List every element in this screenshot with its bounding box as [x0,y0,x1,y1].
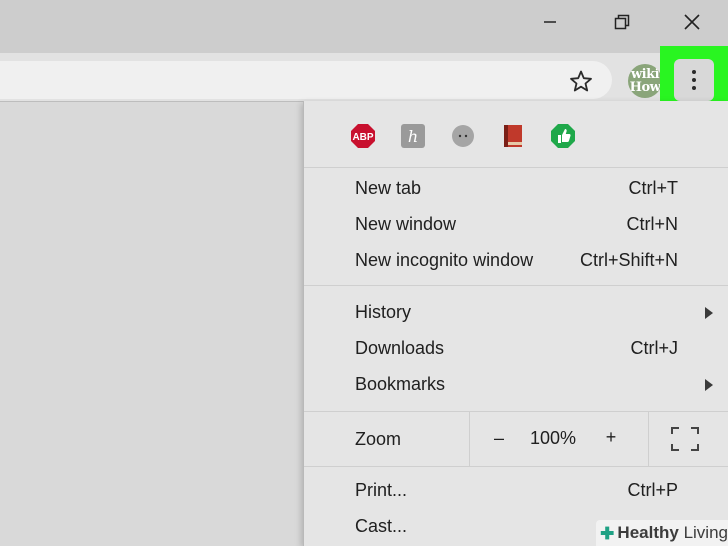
wikihow-profile-badge[interactable]: wiki How [628,64,662,98]
three-dot-menu-icon [692,70,696,90]
menu-item-label: Print... [355,480,408,500]
watermark-brand-bold: Healthy [617,523,679,542]
submenu-arrow-icon [705,379,713,391]
menu-item-label: History [355,302,412,322]
abp-label: ABP [352,132,373,143]
watermark-brand-light: Living [683,523,728,542]
thumbs-up-extension-icon[interactable] [550,123,576,149]
menu-item-shortcut: Ctrl+P [627,480,678,500]
menu-item-label: Bookmarks [355,374,446,394]
minimize-button[interactable] [533,6,567,38]
zoom-controls: – 100% + [469,412,649,466]
address-bar[interactable] [0,61,612,99]
zoom-level: 100% [530,428,577,448]
healthy-living-watermark: Healthy Living [596,520,728,546]
menu-item-downloads[interactable]: Downloads Ctrl+J [304,331,728,367]
menu-item-label: New incognito window [355,250,534,270]
abp-extension-icon[interactable]: ABP [350,123,376,149]
menu-item-new-tab[interactable]: New tab Ctrl+T [304,171,728,207]
face-extension-icon[interactable] [450,123,476,149]
zoom-label: Zoom [355,429,402,449]
menu-item-history[interactable]: History [304,295,728,331]
menu-item-print[interactable]: Print... Ctrl+P [304,473,728,509]
plus-logo-icon [600,526,614,540]
minimize-icon [544,21,556,23]
menu-item-shortcut: Ctrl+N [626,214,678,234]
close-icon [684,14,700,30]
watermark-text: Healthy Living [617,523,728,543]
menu-item-shortcut: Ctrl+Shift+N [579,250,678,270]
honey-label: h [408,127,418,146]
honey-extension-icon[interactable]: h [400,123,426,149]
menu-item-label: New window [355,214,457,234]
chrome-menu: ABP h New tab Ctrl+T New window Ctrl+N N… [303,101,728,546]
fullscreen-button[interactable] [670,426,700,452]
book-extension-icon[interactable] [500,123,526,149]
menu-divider [304,167,728,168]
bookmark-star-button[interactable] [562,63,600,99]
menu-item-label: Downloads [355,338,445,358]
menu-divider [304,466,728,467]
zoom-in-button[interactable]: + [600,427,622,449]
zoom-row: Zoom – 100% + [304,412,728,466]
star-icon [570,70,592,92]
submenu-arrow-icon [705,307,713,319]
restore-icon [614,14,630,30]
menu-item-shortcut: Ctrl+T [628,178,679,198]
extensions-row: ABP h [304,101,728,167]
zoom-out-button[interactable]: – [488,428,510,450]
fullscreen-icon [671,427,699,451]
menu-item-new-incognito-window[interactable]: New incognito window Ctrl+Shift+N [304,243,728,279]
menu-item-new-window[interactable]: New window Ctrl+N [304,207,728,243]
chrome-menu-button[interactable] [674,59,714,101]
menu-item-shortcut: Ctrl+J [630,338,678,358]
menu-item-label: Cast... [355,516,408,536]
menu-item-label: New tab [355,178,422,198]
restore-button[interactable] [605,6,639,38]
close-window-button[interactable] [675,6,709,38]
menu-divider [304,285,728,286]
menu-item-bookmarks[interactable]: Bookmarks [304,367,728,403]
wikihow-badge-line2: How [629,80,661,95]
